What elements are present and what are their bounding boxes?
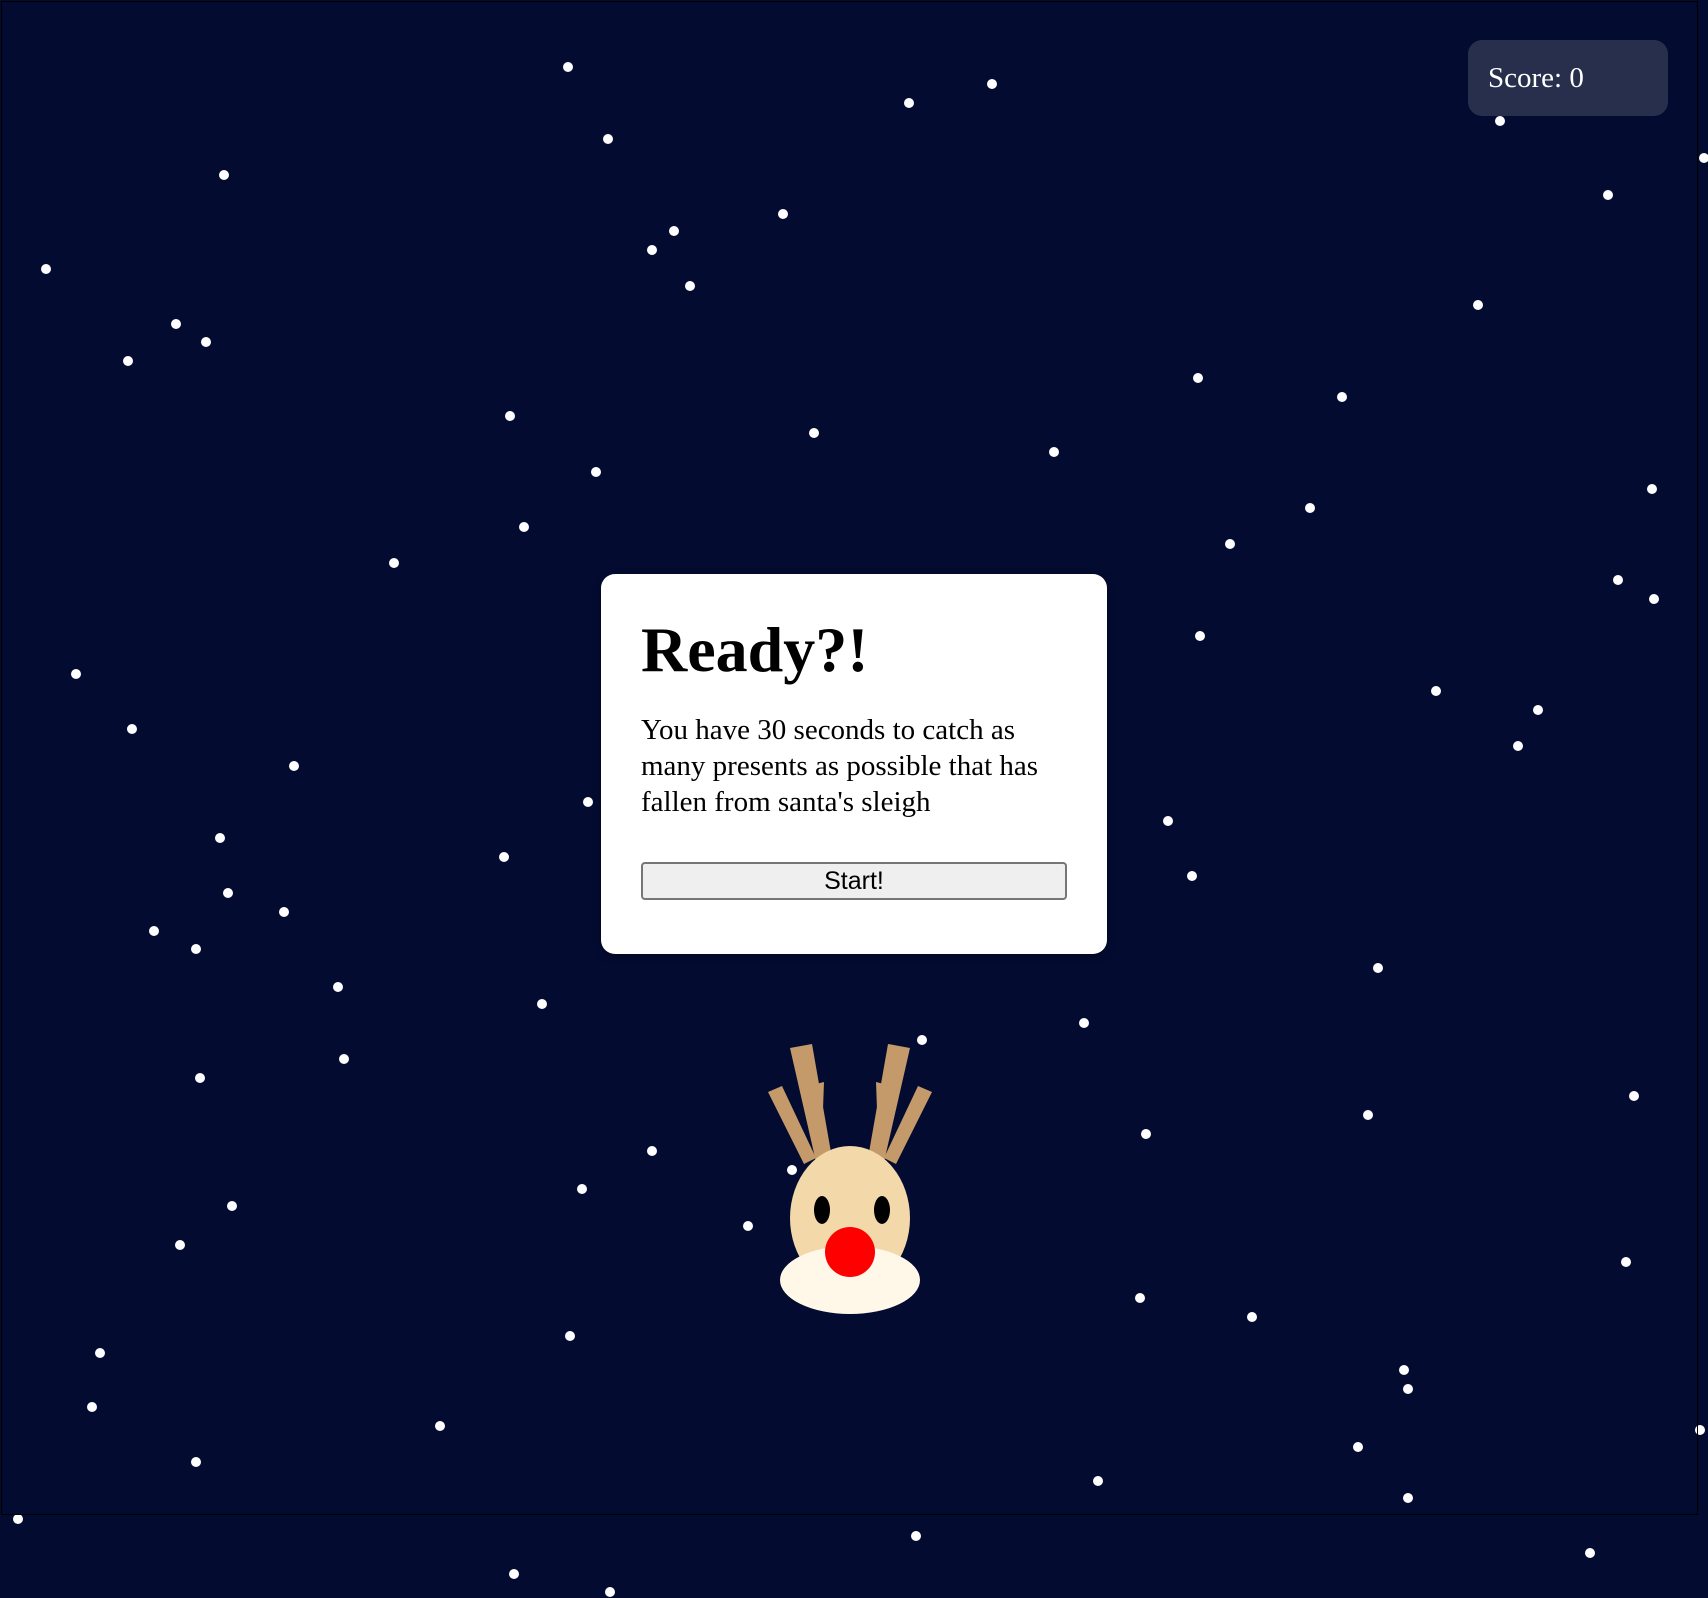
start-dialog: Ready?! You have 30 seconds to catch as … xyxy=(601,574,1107,954)
reindeer-nose xyxy=(825,1227,875,1277)
reindeer-icon[interactable] xyxy=(760,1040,940,1320)
snowflake-icon xyxy=(1699,153,1708,163)
antler-right-icon xyxy=(868,1044,932,1164)
snowflake-icon xyxy=(911,1531,921,1541)
score-display: Score: 0 xyxy=(1468,40,1668,116)
reindeer-eye-left xyxy=(814,1196,830,1224)
snowflake-icon xyxy=(1585,1548,1595,1558)
dialog-message: You have 30 seconds to catch as many pre… xyxy=(641,714,1039,818)
snowflake-icon xyxy=(13,1514,23,1524)
score-label: Score: 0 xyxy=(1488,62,1584,94)
start-button[interactable]: Start! xyxy=(641,862,1067,900)
dialog-title: Ready?! xyxy=(641,614,869,685)
antler-left-icon xyxy=(768,1044,832,1164)
game-stage: Score: 0 Ready?! You have 30 seconds to … xyxy=(0,0,1708,1598)
reindeer-eye-right xyxy=(874,1196,890,1224)
snowflake-icon xyxy=(605,1587,615,1597)
snowflake-icon xyxy=(509,1569,519,1579)
